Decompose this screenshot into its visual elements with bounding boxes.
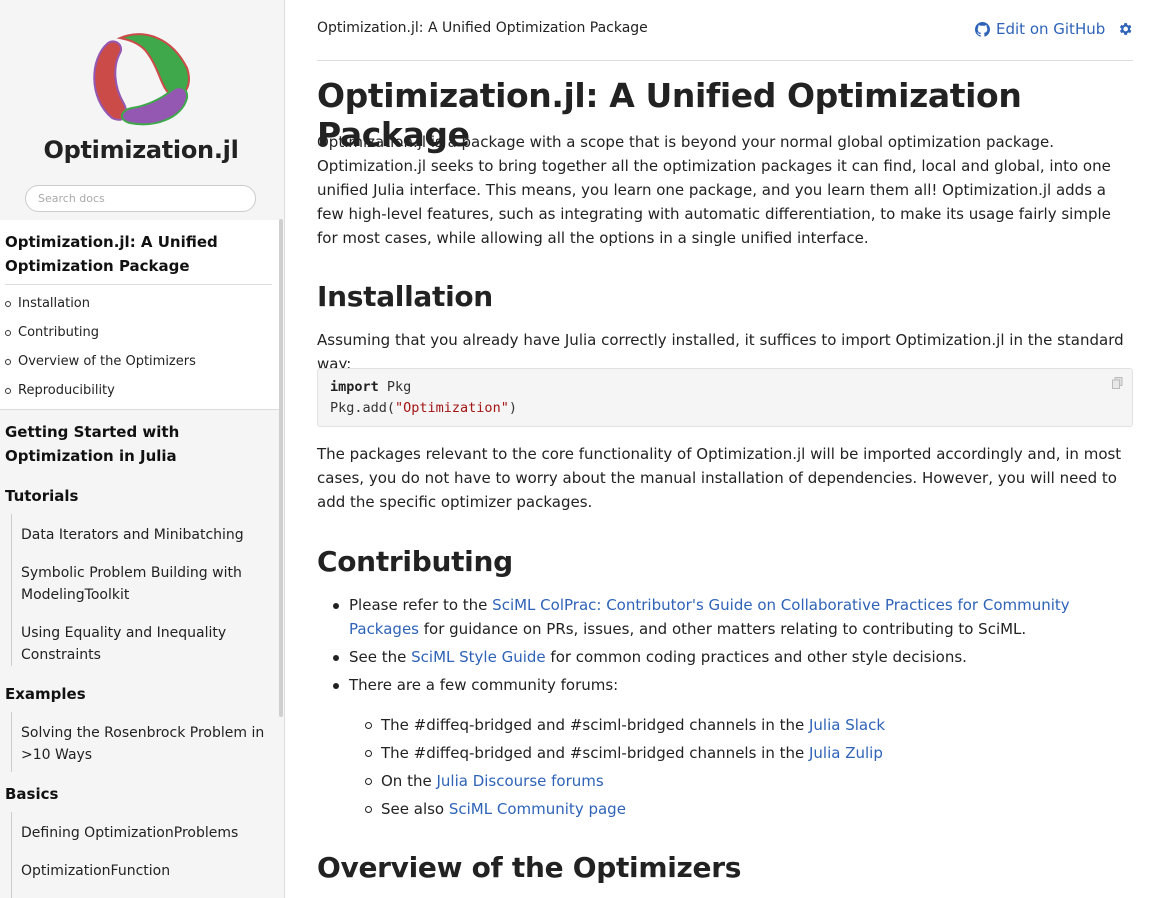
nav-getting-started[interactable]: Getting Started with Optimization in Jul… <box>5 420 270 468</box>
nav-item-data-iterators[interactable]: Data Iterators and Minibatching <box>21 524 266 546</box>
github-icon <box>975 21 990 37</box>
divider <box>5 284 272 285</box>
julia-discourse-link[interactable]: Julia Discourse forums <box>436 772 603 790</box>
style-guide-link[interactable]: SciML Style Guide <box>411 648 546 666</box>
current-page-nav: Optimization.jl: A Unified Optimization … <box>0 220 281 410</box>
bullet-icon <box>365 722 372 729</box>
search-input[interactable] <box>25 185 256 212</box>
nav-rule <box>11 712 12 772</box>
bullet-icon <box>333 603 339 609</box>
bullet-icon <box>5 387 11 394</box>
nav-item-constraints[interactable]: Using Equality and Inequality Constraint… <box>21 622 266 666</box>
list-item: The #diffeq-bridged and #sciml-bridged c… <box>365 713 1133 737</box>
bullet-icon <box>333 655 339 661</box>
bullet-icon <box>5 300 11 307</box>
intro-paragraph: Optimization.jl is a package with a scop… <box>317 133 1111 247</box>
sciml-community-link[interactable]: SciML Community page <box>449 800 626 818</box>
list-item: The #diffeq-bridged and #sciml-bridged c… <box>365 741 1133 765</box>
nav-rule <box>11 812 12 898</box>
list-item: See also SciML Community page <box>365 797 1133 821</box>
nav-item-rosenbrock[interactable]: Solving the Rosenbrock Problem in >10 Wa… <box>21 722 266 766</box>
sidebar-scrollbar[interactable] <box>279 219 283 717</box>
list-item: On the Julia Discourse forums <box>365 769 1133 793</box>
nav-section-tutorials[interactable]: Tutorials <box>5 484 270 508</box>
gear-icon[interactable] <box>1117 21 1133 37</box>
divider <box>317 60 1133 61</box>
julia-zulip-link[interactable]: Julia Zulip <box>809 744 883 762</box>
nav-item-optimization-function[interactable]: OptimizationFunction <box>21 860 266 882</box>
nav-item-defining-problems[interactable]: Defining OptimizationProblems <box>21 822 266 844</box>
bullet-icon <box>365 806 372 813</box>
edit-label: Edit on GitHub <box>996 20 1106 38</box>
bullet-icon <box>5 329 11 336</box>
sidebar: Optimization.jl Optimization.jl: A Unifi… <box>0 0 285 898</box>
nav-section-examples[interactable]: Examples <box>5 682 270 706</box>
nav-section-basics[interactable]: Basics <box>5 782 270 806</box>
bullet-icon <box>365 750 372 757</box>
site-name[interactable]: Optimization.jl <box>0 136 282 164</box>
heading-contributing[interactable]: Contributing <box>317 545 513 578</box>
bullet-icon <box>333 683 339 689</box>
julia-logo[interactable] <box>90 28 190 128</box>
edit-on-github-link[interactable]: Edit on GitHub <box>975 20 1105 38</box>
heading-installation[interactable]: Installation <box>317 280 493 313</box>
toc-item-contributing[interactable]: Contributing <box>5 325 99 340</box>
installation-after-text: The packages relevant to the core functi… <box>317 445 1122 511</box>
list-item: There are a few community forums: <box>333 673 1133 697</box>
toc-item-overview[interactable]: Overview of the Optimizers <box>5 354 196 369</box>
bullet-icon <box>5 358 11 365</box>
list-item: Please refer to the SciML ColPrac: Contr… <box>333 593 1133 641</box>
julia-slack-link[interactable]: Julia Slack <box>809 716 885 734</box>
heading-overview[interactable]: Overview of the Optimizers <box>317 851 741 884</box>
nav-item-symbolic-problem[interactable]: Symbolic Problem Building with ModelingT… <box>21 562 266 606</box>
toc-item-installation[interactable]: Installation <box>5 296 90 311</box>
toc-item-reproducibility[interactable]: Reproducibility <box>5 383 115 398</box>
list-item: See the SciML Style Guide for common cod… <box>333 645 1133 669</box>
bullet-icon <box>365 778 372 785</box>
copy-icon[interactable] <box>1112 377 1123 389</box>
breadcrumb[interactable]: Optimization.jl: A Unified Optimization … <box>317 20 648 36</box>
nav-rule <box>11 514 12 666</box>
current-page-title[interactable]: Optimization.jl: A Unified Optimization … <box>5 230 270 278</box>
code-block[interactable]: import Pkg Pkg.add("Optimization") <box>317 368 1133 427</box>
